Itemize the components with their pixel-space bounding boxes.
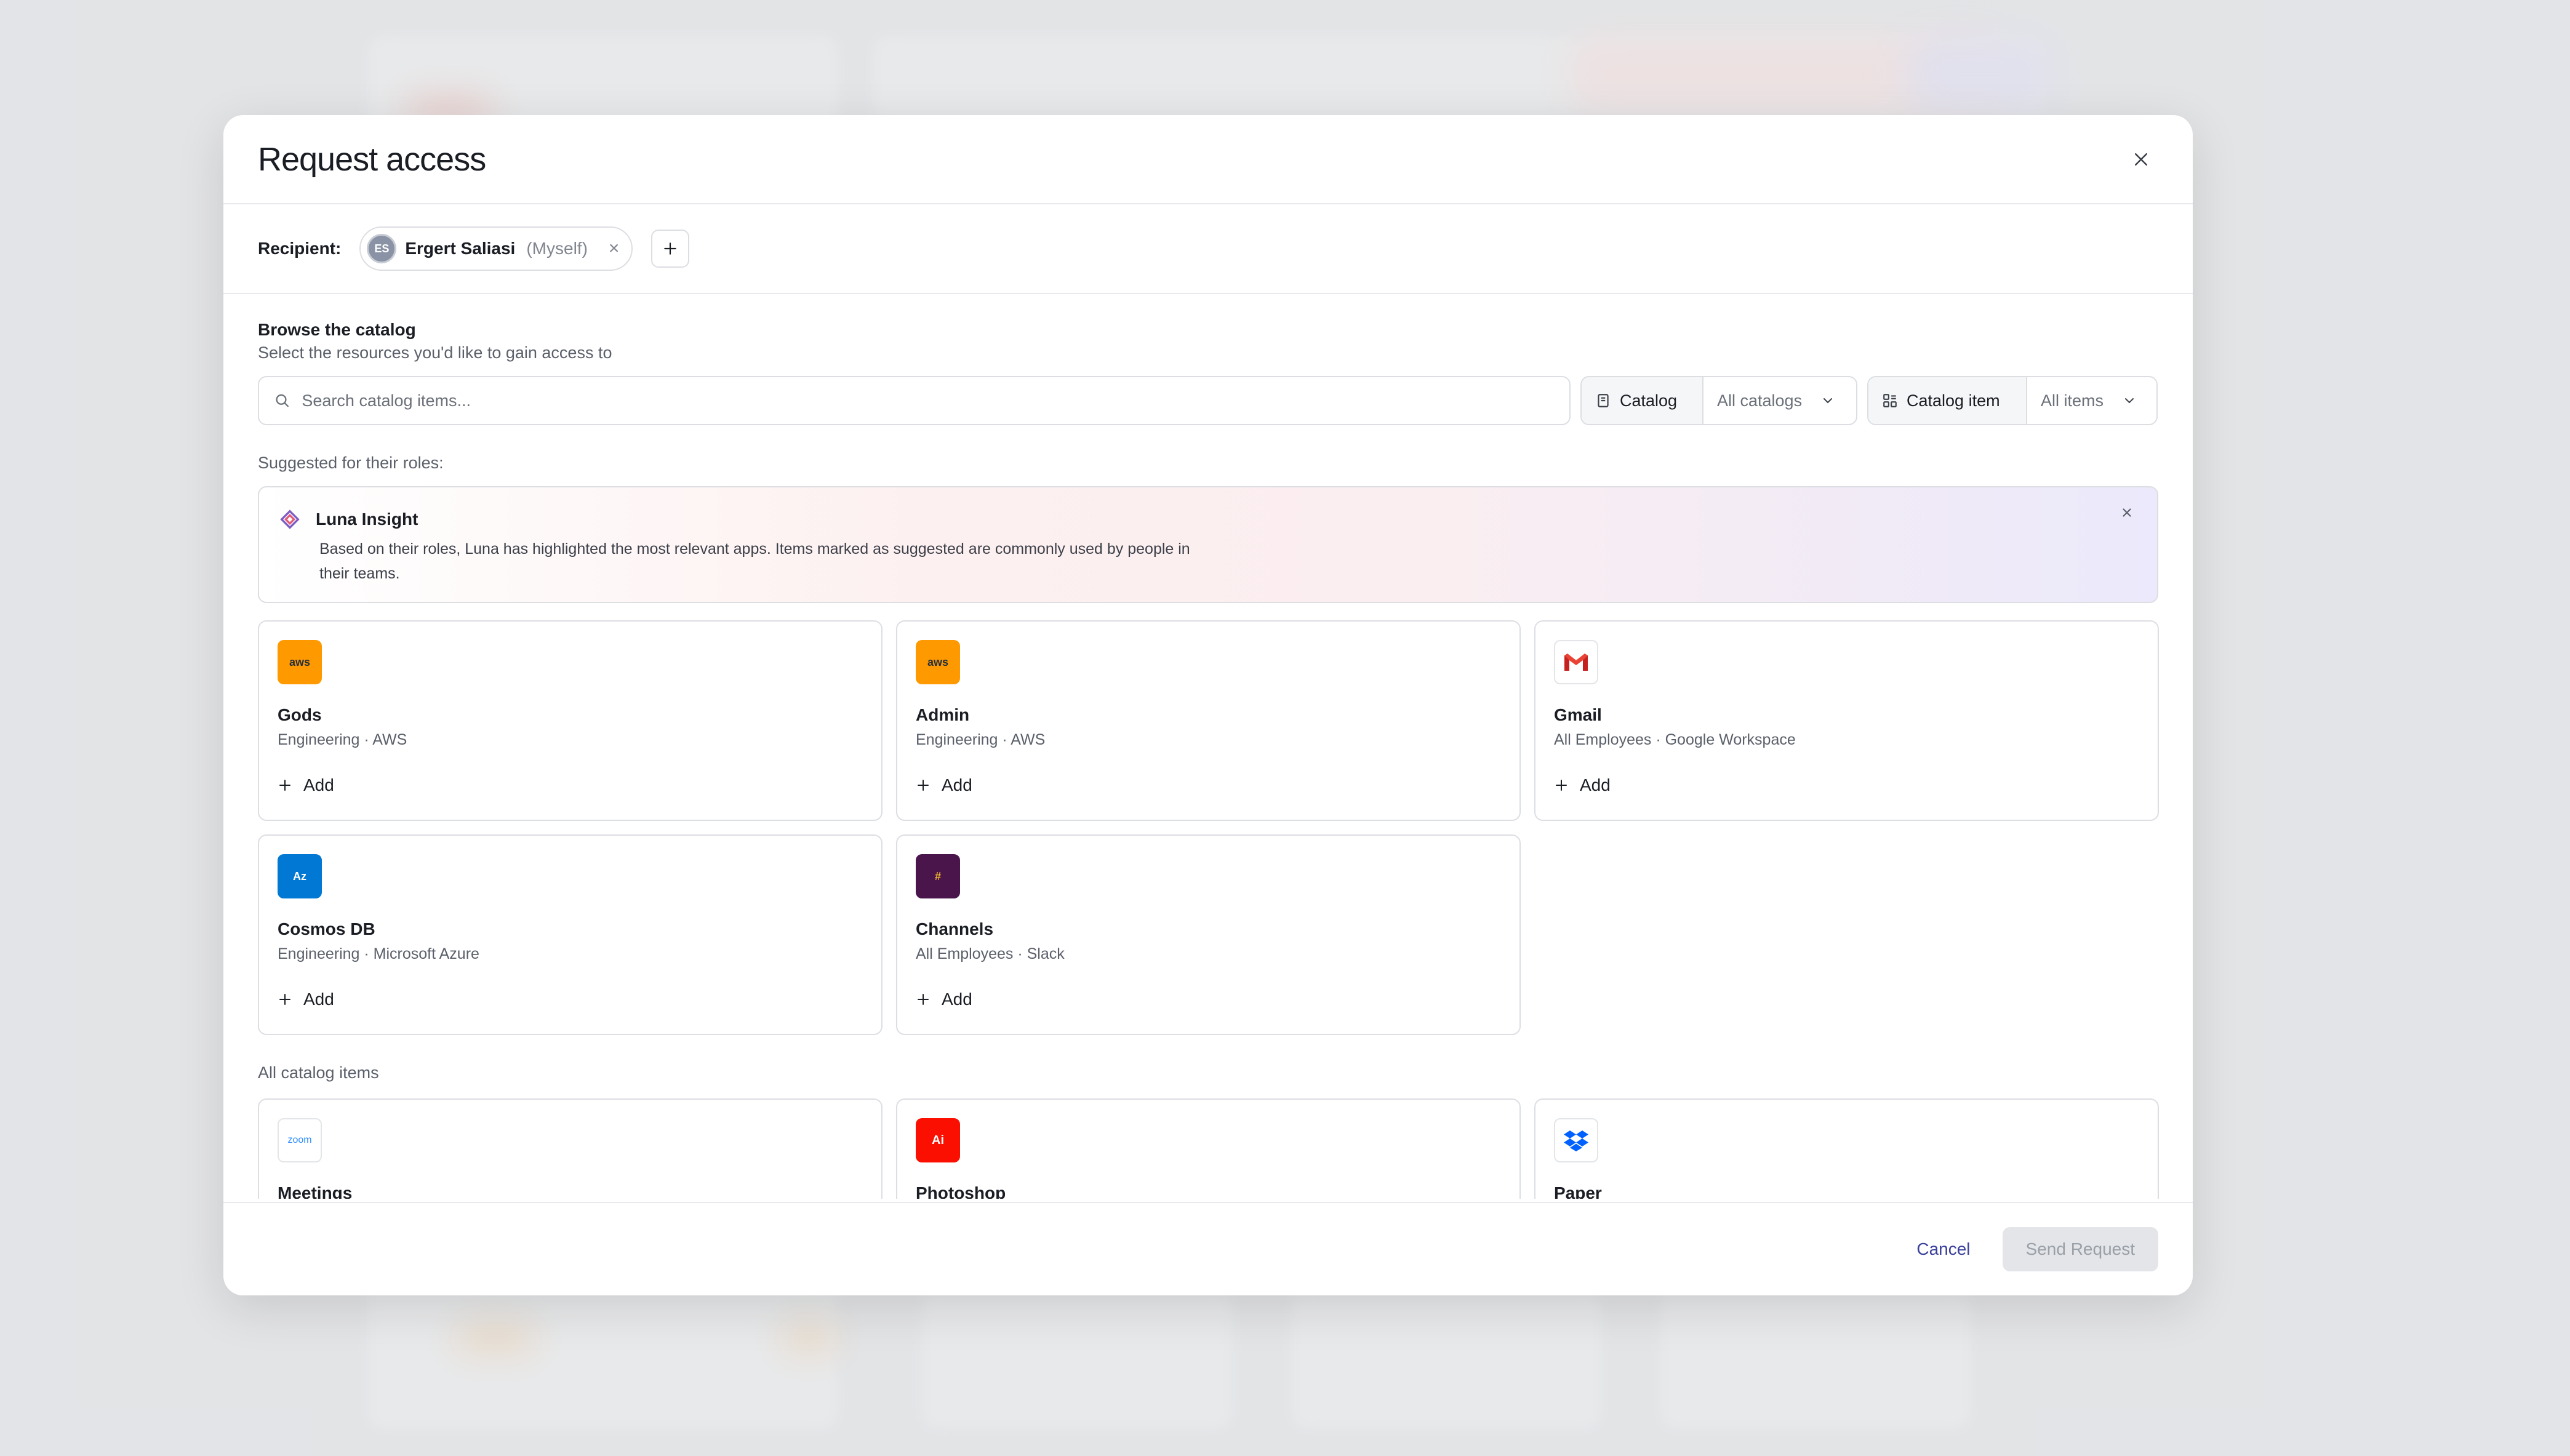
- catalog-filter-selected: All catalogs: [1717, 391, 1803, 410]
- close-icon: [2135, 153, 2147, 166]
- plus-icon: [918, 994, 929, 1005]
- plus-icon: [1556, 780, 1567, 791]
- dropbox-logo-icon: [1554, 1118, 1598, 1162]
- add-button[interactable]: Add: [916, 990, 972, 1009]
- request-access-modal: Request access Recipient: ES Ergert Sali…: [223, 115, 2193, 1295]
- add-label: Add: [942, 990, 972, 1009]
- close-modal-button[interactable]: [2119, 137, 2163, 182]
- catalog-card[interactable]: Paper: [1534, 1098, 2159, 1199]
- add-recipient-button[interactable]: [651, 230, 690, 268]
- catalog-card[interactable]: aws Admin Engineering · AWS Add: [896, 620, 1521, 821]
- catalog-item-filter-label: Catalog item: [1868, 377, 2027, 424]
- catalog-card[interactable]: # Channels All Employees · Slack Add: [896, 834, 1521, 1035]
- dismiss-insight-button[interactable]: [2120, 506, 2134, 522]
- search-input[interactable]: [302, 391, 1555, 410]
- catalog-item-filter-text: Catalog item: [1907, 391, 2000, 410]
- book-icon: [1598, 394, 1609, 407]
- all-items-grid: zoom Meetings Ai Photoshop Paper: [258, 1098, 2159, 1199]
- luna-insight-banner: Luna Insight Based on their roles, Luna …: [258, 486, 2158, 603]
- catalog-item-filter-selected: All items: [2041, 391, 2104, 410]
- modal-title: Request access: [258, 140, 486, 178]
- cancel-button[interactable]: Cancel: [1905, 1239, 1981, 1259]
- add-label: Add: [1580, 775, 1611, 794]
- gmail-logo-icon: [1554, 640, 1598, 684]
- catalog-filter-label: Catalog: [1582, 377, 1703, 424]
- catalog-filter-text: Catalog: [1620, 391, 1678, 410]
- plus-icon: [279, 994, 290, 1005]
- modal-body: Browse the catalog Select the resources …: [223, 294, 2193, 1199]
- search-icon: [276, 394, 289, 407]
- suggested-grid: aws Gods Engineering · AWS Add aws Admin…: [258, 620, 2159, 1035]
- modal-footer: Cancel Send Request: [223, 1202, 2193, 1295]
- add-button[interactable]: Add: [916, 775, 972, 795]
- card-name: Channels: [916, 919, 994, 938]
- card-name: Photoshop: [916, 1183, 1006, 1199]
- card-meta: Engineering · AWS: [916, 731, 1046, 748]
- recipient-label: Recipient:: [258, 239, 342, 258]
- filter-row: Catalog All catalogs: [258, 376, 2158, 425]
- modal-header: Request access: [223, 115, 2193, 204]
- plus-icon: [279, 780, 290, 791]
- catalog-filter[interactable]: Catalog All catalogs: [1580, 376, 1857, 425]
- card-meta: All Employees · Google Workspace: [1554, 731, 1796, 748]
- chevron-down-icon: [1823, 398, 1833, 404]
- catalog-card[interactable]: Ai Photoshop: [896, 1098, 1521, 1199]
- adobe-logo-icon: Ai: [916, 1118, 960, 1162]
- avatar: ES: [367, 234, 397, 263]
- recipient-chip[interactable]: ES Ergert Saliasi (Myself) ×: [359, 226, 633, 271]
- plus-icon: [664, 242, 677, 255]
- catalog-item-filter-value: All items: [2027, 377, 2150, 424]
- catalog-item-filter[interactable]: Catalog item All items: [1867, 376, 2158, 425]
- catalog-card[interactable]: Az Cosmos DB Engineering · Microsoft Azu…: [258, 834, 883, 1035]
- suggested-label: Suggested for their roles:: [258, 454, 444, 472]
- card-name: Cosmos DB: [278, 919, 375, 938]
- slack-logo-icon: #: [916, 854, 960, 898]
- catalog-filter-value: All catalogs: [1703, 377, 1849, 424]
- plus-icon: [918, 780, 929, 791]
- aws-logo-icon: aws: [916, 640, 960, 684]
- catalog-card[interactable]: Gmail All Employees · Google Workspace A…: [1534, 620, 2159, 821]
- remove-recipient-icon[interactable]: ×: [609, 239, 620, 258]
- insight-text: Based on their roles, Luna has highlight…: [319, 540, 1190, 582]
- close-icon: [2123, 508, 2131, 517]
- recipient-name: Ergert Saliasi: [405, 239, 516, 258]
- add-button[interactable]: Add: [1554, 775, 1611, 795]
- add-button[interactable]: Add: [278, 775, 334, 795]
- browse-title: Browse the catalog: [258, 320, 416, 339]
- add-label: Add: [303, 990, 334, 1009]
- azure-logo-icon: Az: [278, 854, 322, 898]
- browse-subtitle: Select the resources you'd like to gain …: [258, 343, 612, 362]
- grid-icon: [1883, 394, 1897, 407]
- catalog-card[interactable]: zoom Meetings: [258, 1098, 883, 1199]
- insight-title: Luna Insight: [316, 510, 418, 529]
- card-name: Paper: [1554, 1183, 1602, 1199]
- all-items-label: All catalog items: [258, 1063, 379, 1082]
- card-name: Meetings: [278, 1183, 353, 1199]
- card-meta: Engineering · Microsoft Azure: [278, 945, 479, 962]
- send-request-button[interactable]: Send Request: [2002, 1227, 2158, 1271]
- catalog-card[interactable]: aws Gods Engineering · AWS Add: [258, 620, 883, 821]
- card-name: Admin: [916, 705, 970, 724]
- aws-logo-icon: aws: [278, 640, 322, 684]
- recipient-note: (Myself): [526, 239, 588, 258]
- luna-logo-icon: [280, 510, 300, 529]
- zoom-logo-icon: zoom: [278, 1118, 322, 1162]
- recipient-row: Recipient: ES Ergert Saliasi (Myself) ×: [223, 204, 2193, 294]
- add-label: Add: [942, 775, 972, 794]
- card-name: Gods: [278, 705, 322, 724]
- add-label: Add: [303, 775, 334, 794]
- card-name: Gmail: [1554, 705, 1602, 724]
- card-meta: Engineering · AWS: [278, 731, 407, 748]
- card-meta: All Employees · Slack: [916, 945, 1065, 962]
- add-button[interactable]: Add: [278, 990, 334, 1009]
- chevron-down-icon: [2125, 398, 2134, 404]
- search-box: [258, 376, 1571, 425]
